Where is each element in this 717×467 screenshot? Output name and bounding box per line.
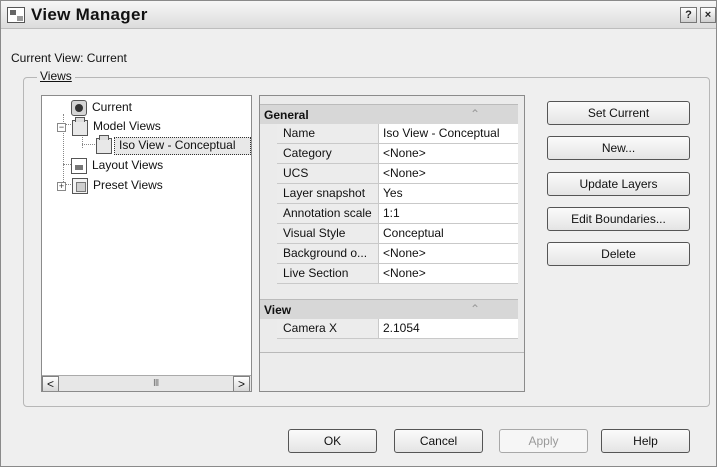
- tree-item-model-views-label: Model Views: [93, 119, 161, 133]
- property-value[interactable]: Yes: [381, 184, 518, 203]
- new-view-button[interactable]: New...: [547, 136, 690, 160]
- dialog-title: View Manager: [31, 5, 148, 24]
- section-view-header[interactable]: View ⌃: [260, 299, 518, 319]
- property-name: Name: [277, 124, 379, 143]
- tree-horizontal-scrollbar[interactable]: < III >: [42, 375, 251, 391]
- views-group-label: Views: [37, 69, 75, 83]
- section-general-title: General: [264, 108, 309, 122]
- delete-button[interactable]: Delete: [547, 242, 690, 266]
- view-manager-dialog: View Manager ? × Current View: Current V…: [0, 0, 717, 467]
- collapse-general-icon[interactable]: ⌃: [468, 107, 482, 121]
- tree-item-layout-views[interactable]: Layout Views: [65, 157, 235, 175]
- tree-connector-line: [82, 134, 83, 148]
- tree-item-preset-views-label: Preset Views: [93, 178, 163, 192]
- views-tree-panel[interactable]: Current − Model Views Iso View - Concept…: [41, 95, 252, 392]
- property-value[interactable]: Iso View - Conceptual: [381, 124, 518, 143]
- cancel-button[interactable]: Cancel: [394, 429, 483, 453]
- property-row-name[interactable]: Name Iso View - Conceptual: [277, 124, 518, 144]
- preset-icon: [72, 178, 88, 194]
- scroll-thumb-grip-icon: III: [153, 378, 159, 389]
- property-row-live-section[interactable]: Live Section <None>: [277, 264, 518, 284]
- tree-item-current[interactable]: Current: [65, 99, 235, 117]
- edit-boundaries-button[interactable]: Edit Boundaries...: [547, 207, 690, 231]
- property-name: Live Section: [277, 264, 379, 283]
- property-name: Visual Style: [277, 224, 379, 243]
- view-manager-app-icon: [7, 7, 25, 23]
- apply-button: Apply: [499, 429, 588, 453]
- view-icon: [96, 135, 112, 154]
- tree-item-iso-view-conceptual-label: Iso View - Conceptual: [119, 138, 236, 152]
- ok-button[interactable]: OK: [288, 429, 377, 453]
- property-value[interactable]: <None>: [381, 164, 518, 183]
- close-title-button[interactable]: ×: [700, 7, 716, 23]
- title-bar[interactable]: View Manager ? ×: [1, 1, 716, 29]
- property-row-camera-x[interactable]: Camera X 2.1054: [277, 319, 518, 339]
- view-properties-panel[interactable]: General ⌃ Name Iso View - Conceptual Cat…: [259, 95, 525, 392]
- property-row-visual-style[interactable]: Visual Style Conceptual: [277, 224, 518, 244]
- tree-item-layout-views-label: Layout Views: [92, 158, 164, 172]
- tree-item-current-label: Current: [92, 100, 133, 114]
- tree-scroll-right-button[interactable]: >: [233, 376, 250, 391]
- update-layers-button[interactable]: Update Layers: [547, 172, 690, 196]
- current-view-label: Current View: Current: [11, 51, 127, 65]
- tree-item-model-views[interactable]: − Model Views: [56, 117, 236, 136]
- property-name: UCS: [277, 164, 379, 183]
- tree-connector-line: [82, 144, 95, 145]
- section-view-title: View: [264, 303, 292, 317]
- collapse-view-icon[interactable]: ⌃: [468, 302, 482, 316]
- property-name: Layer snapshot: [277, 184, 379, 203]
- property-description-area: [260, 352, 524, 391]
- property-row-category[interactable]: Category <None>: [277, 144, 518, 164]
- layout-icon: [71, 158, 87, 174]
- property-name: Camera X: [277, 319, 379, 338]
- property-value[interactable]: <None>: [381, 244, 518, 263]
- property-value[interactable]: Conceptual: [381, 224, 518, 243]
- property-value[interactable]: 1:1: [381, 204, 518, 223]
- expand-preset-views-icon[interactable]: +: [57, 182, 66, 191]
- section-general-header[interactable]: General ⌃: [260, 104, 518, 124]
- property-row-annotation-scale[interactable]: Annotation scale 1:1: [277, 204, 518, 224]
- collapse-model-views-icon[interactable]: −: [57, 123, 66, 132]
- property-value[interactable]: 2.1054: [381, 319, 518, 338]
- property-row-background-override[interactable]: Background o... <None>: [277, 244, 518, 264]
- property-row-ucs[interactable]: UCS <None>: [277, 164, 518, 184]
- folder-icon: [72, 117, 88, 136]
- property-name: Annotation scale: [277, 204, 379, 223]
- property-name: Background o...: [277, 244, 379, 263]
- set-current-button[interactable]: Set Current: [547, 101, 690, 125]
- property-value[interactable]: <None>: [381, 264, 518, 283]
- property-value[interactable]: <None>: [381, 144, 518, 163]
- tree-scroll-left-button[interactable]: <: [42, 376, 59, 391]
- camera-icon: [71, 100, 87, 116]
- help-button[interactable]: Help: [601, 429, 690, 453]
- tree-item-iso-view-conceptual[interactable]: Iso View - Conceptual: [96, 135, 251, 155]
- tree-item-preset-views[interactable]: + Preset Views: [56, 177, 236, 195]
- property-row-layer-snapshot[interactable]: Layer snapshot Yes: [277, 184, 518, 204]
- help-title-button[interactable]: ?: [680, 7, 697, 23]
- property-name: Category: [277, 144, 379, 163]
